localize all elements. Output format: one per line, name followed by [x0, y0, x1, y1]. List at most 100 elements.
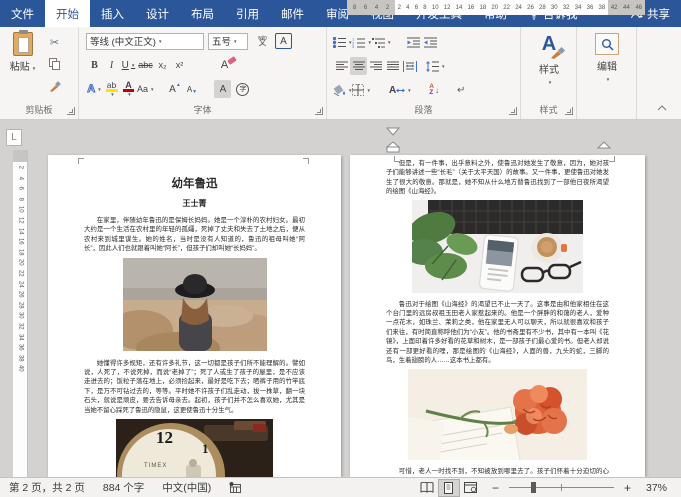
tab-stop-selector[interactable]: L — [6, 129, 22, 146]
language-status[interactable]: 中文(中国) — [153, 480, 220, 495]
down-arrow-icon: ↓ — [435, 86, 439, 95]
increase-indent-icon — [424, 37, 437, 48]
font-color-button[interactable]: A — [120, 80, 137, 98]
zoom-slider[interactable] — [509, 487, 614, 488]
first-line-indent-marker[interactable] — [386, 127, 400, 136]
clipboard-group: 粘贴 ✂ 剪贴板 — [0, 27, 79, 119]
superscript-button[interactable]: x² — [171, 56, 188, 74]
multilevel-list-icon — [372, 37, 385, 48]
svg-text:3: 3 — [352, 44, 355, 48]
zoom-out-button[interactable]: − — [482, 481, 503, 495]
strikethrough-button[interactable]: abc — [137, 56, 154, 74]
line-spacing-button[interactable] — [426, 57, 445, 75]
format-painter-button[interactable] — [46, 77, 63, 95]
borders-button[interactable] — [352, 81, 370, 99]
paragraph-group: 123 A AZ↓ ↵ 段落 — [327, 27, 521, 119]
tab-design[interactable]: 设计 — [135, 0, 180, 27]
font-size-combo[interactable]: 五号 — [208, 33, 248, 50]
left-indent-marker[interactable] — [386, 141, 400, 153]
zoom-slider-thumb[interactable] — [531, 482, 536, 493]
svg-text:TIMEX: TIMEX — [144, 463, 167, 469]
multilevel-list-button[interactable] — [372, 33, 391, 51]
font-group-label: 字体 — [79, 103, 326, 116]
tab-mailings[interactable]: 邮件 — [270, 0, 315, 27]
paste-clipboard-icon — [13, 32, 33, 56]
photo-timex-clock[interactable]: 12 1 TIMEX — [116, 419, 273, 477]
distribute-button[interactable] — [401, 57, 418, 75]
tab-file[interactable]: 文件 — [0, 0, 45, 27]
align-left-button[interactable] — [333, 57, 350, 75]
margin-crop-mark — [303, 158, 309, 164]
character-border-button[interactable]: A — [275, 33, 292, 49]
right-indent-marker[interactable] — [597, 141, 611, 150]
character-shading-button[interactable]: A — [214, 80, 231, 98]
photo-orange-carnation[interactable] — [408, 369, 587, 460]
copy-icon — [49, 58, 60, 70]
cut-button[interactable]: ✂ — [46, 33, 63, 51]
up-caret-icon: ▲ — [176, 82, 181, 88]
align-right-button[interactable] — [367, 57, 384, 75]
photo-desk-flatlay[interactable] — [412, 200, 583, 293]
change-case-button[interactable]: Aa — [137, 80, 154, 98]
numbering-button[interactable]: 123 — [352, 33, 371, 51]
print-layout-view-button[interactable] — [438, 479, 460, 497]
document-page-1[interactable]: 幼年鲁迅 王士菁 在家里，伴随幼年鲁迅的是保姆长妈妈。她是一个淳朴的农村妇女。最… — [48, 155, 341, 477]
copy-button[interactable] — [46, 55, 63, 73]
document-page-2[interactable]: 但是，有一件事，出乎意料之外，使鲁迅对她发生了敬意，因为，她对孩子们能够讲述一些… — [350, 155, 645, 477]
tab-home[interactable]: 开始 — [45, 0, 90, 27]
font-dialog-launcher[interactable] — [315, 107, 323, 115]
horizontal-ruler[interactable]: 2468101214161820222426283032343638 — [395, 0, 608, 15]
margin-crop-mark — [394, 156, 400, 162]
styles-button[interactable]: A 样式 — [531, 33, 567, 87]
sort-button[interactable]: AZ↓ — [426, 81, 443, 99]
macro-record-button[interactable] — [220, 482, 251, 493]
align-center-button[interactable] — [350, 57, 367, 75]
paragraph-text: 她懂得许多规矩，还有许多礼节，这一切都是孩子们所不能理解的。譬如说，人死了，不说… — [48, 359, 341, 415]
photo-woman-black-hat-beach[interactable] — [123, 258, 267, 351]
word-count-status[interactable]: 884 个字 — [94, 480, 153, 495]
editing-button[interactable]: 编辑 — [592, 33, 622, 84]
status-bar: 第 2 页，共 2 页 884 个字 中文(中国) − + 37% — [0, 477, 681, 497]
horizontal-ruler-left-margin[interactable]: 8642 — [347, 0, 395, 15]
paste-button[interactable]: 粘贴 — [8, 32, 38, 73]
collapse-ribbon-button[interactable] — [657, 103, 667, 114]
read-mode-view-button[interactable] — [416, 479, 438, 497]
phonetic-guide-button[interactable]: wén 文 — [254, 32, 271, 50]
underline-button[interactable]: U — [120, 56, 137, 74]
styles-group: A 样式 样式 — [521, 27, 577, 119]
clear-formatting-button[interactable]: A — [216, 56, 233, 74]
editing-group: 编辑 — [577, 27, 637, 119]
zoom-in-button[interactable]: + — [620, 481, 637, 495]
subscript-button[interactable]: x₂ — [154, 56, 171, 74]
italic-button[interactable]: I — [103, 56, 120, 74]
increase-indent-button[interactable] — [422, 33, 439, 51]
tab-references[interactable]: 引用 — [225, 0, 270, 27]
svg-text:1: 1 — [202, 441, 209, 456]
decrease-indent-button[interactable] — [405, 33, 422, 51]
tab-layout[interactable]: 布局 — [180, 0, 225, 27]
paragraph-dialog-launcher[interactable] — [509, 107, 517, 115]
font-name-combo[interactable]: 等线 (中文正文) — [86, 33, 204, 50]
show-hide-marks-button[interactable]: ↵ — [453, 81, 470, 99]
tab-insert[interactable]: 插入 — [90, 0, 135, 27]
enclose-characters-button[interactable]: 字 — [234, 80, 251, 98]
zoom-level[interactable]: 37% — [637, 482, 681, 494]
clipboard-dialog-launcher[interactable] — [67, 107, 75, 115]
bold-button[interactable]: B — [86, 56, 103, 74]
horizontal-ruler-right-margin[interactable]: 424446 — [608, 0, 645, 15]
read-mode-icon — [420, 482, 434, 493]
asian-layout-button[interactable]: A — [389, 81, 412, 99]
bullets-button[interactable] — [333, 33, 352, 51]
highlight-color-button[interactable]: ab — [103, 80, 120, 98]
styles-dialog-launcher[interactable] — [565, 107, 573, 115]
web-layout-view-button[interactable] — [460, 479, 482, 497]
grow-font-button[interactable]: A▲ — [166, 80, 183, 98]
shading-button[interactable] — [333, 81, 352, 99]
page-number-status[interactable]: 第 2 页，共 2 页 — [0, 480, 94, 495]
shrink-font-button[interactable]: A▼ — [183, 80, 200, 98]
text-effects-button[interactable]: A — [86, 80, 103, 98]
justify-button[interactable] — [384, 57, 401, 75]
numbered-list-icon: 123 — [352, 37, 365, 48]
vertical-ruler[interactable]: 246810121416182022242628303234363840 — [13, 150, 28, 477]
paragraph-text: 在家里，伴随幼年鲁迅的是保姆长妈妈。她是一个淳朴的农村妇女。最初大约是一个生活在… — [48, 216, 341, 254]
